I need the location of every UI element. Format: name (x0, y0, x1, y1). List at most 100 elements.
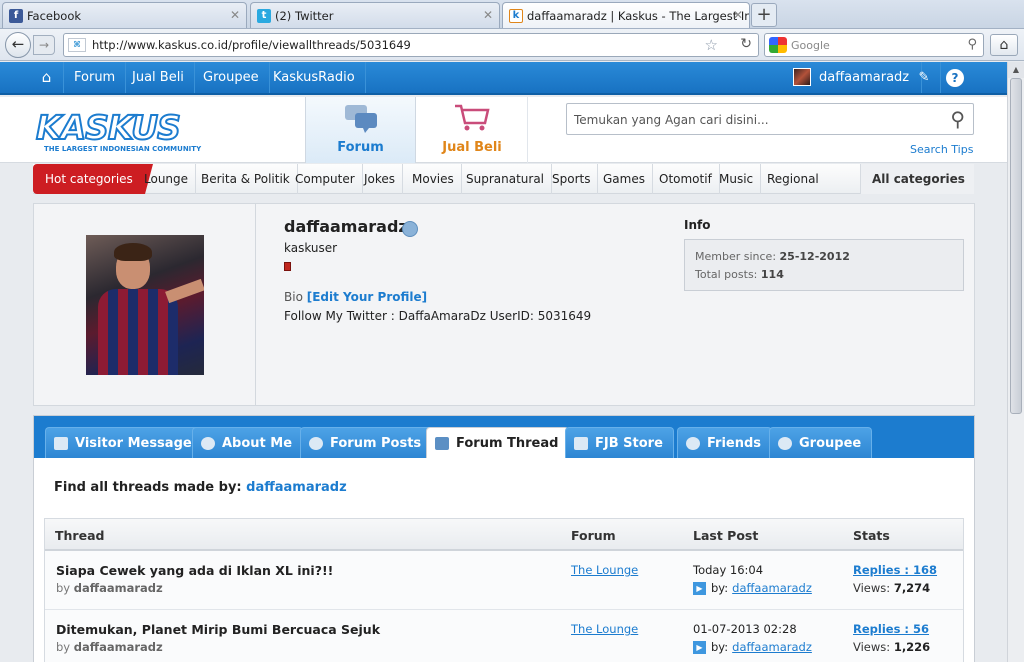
pencil-icon[interactable]: ✎ (908, 62, 941, 93)
find-threads-user-link[interactable]: daffaamaradz (246, 480, 347, 495)
by-label: by (56, 581, 71, 595)
header-jual-beli-label: Jual Beli (442, 140, 502, 155)
header-forum-button[interactable]: Forum (305, 97, 416, 163)
home-icon[interactable]: ⌂ (30, 62, 64, 93)
new-tab-button[interactable]: + (751, 3, 777, 27)
tab-visitor-message[interactable]: Visitor Message (45, 427, 203, 458)
nav-groupee[interactable]: Groupee (193, 62, 270, 93)
thread-author: by daffaamaradz (56, 581, 163, 595)
edit-profile-link[interactable]: [Edit Your Profile] (307, 290, 427, 304)
search-icon[interactable]: ⚲ (950, 107, 965, 131)
member-since-value: 25-12-2012 (779, 250, 850, 263)
thread-title-link[interactable]: Ditemukan, Planet Mirip Bumi Bercuaca Se… (56, 622, 380, 637)
last-by-user-link[interactable]: daffaamaradz (732, 640, 812, 654)
tab-label: Visitor Message (75, 435, 192, 451)
column-last-post[interactable]: Last Post (693, 528, 758, 543)
thread-title-link[interactable]: Siapa Cewek yang ada di Iklan XL ini?!! (56, 563, 333, 578)
nav-forum[interactable]: Forum (64, 62, 127, 93)
views-label: Views: (853, 640, 891, 654)
forward-button[interactable]: → (33, 35, 55, 55)
thread-forum-link[interactable]: The Lounge (571, 622, 638, 636)
browser-tab-facebook[interactable]: f Facebook ✕ (2, 2, 247, 28)
browser-tab-twitter[interactable]: t (2) Twitter ✕ (250, 2, 500, 28)
views-value: 1,226 (893, 640, 931, 654)
reload-icon[interactable]: ↻ (740, 36, 752, 52)
category-otomotif[interactable]: Otomotif (652, 164, 720, 194)
category-music[interactable]: Music (712, 164, 762, 194)
total-posts-label: Total posts: (695, 268, 758, 281)
home-button[interactable]: ⌂ (990, 34, 1018, 56)
category-bar: Hot categories Lounge Berita & Politik C… (33, 164, 974, 216)
scroll-up-icon[interactable]: ▲ (1008, 62, 1024, 78)
tab-label: Groupee (799, 435, 862, 451)
replies-link[interactable]: Replies : 56 (853, 622, 929, 636)
group-icon (778, 436, 792, 450)
tab-forum-thread[interactable]: Forum Thread (426, 427, 570, 458)
close-icon[interactable]: ✕ (483, 8, 493, 22)
views-label: Views: (853, 581, 891, 595)
profile-bio: Bio [Edit Your Profile] (284, 290, 427, 304)
category-games[interactable]: Games (596, 164, 653, 194)
views-count: Views: 7,274 (853, 581, 930, 595)
category-berita-politik[interactable]: Berita & Politik (194, 164, 298, 194)
back-button[interactable]: ← (5, 32, 31, 58)
url-bar[interactable]: ⌘ http://www.kaskus.co.id/profile/viewal… (63, 33, 759, 57)
tab-friends[interactable]: Friends (677, 427, 773, 458)
category-lounge[interactable]: Lounge (137, 164, 197, 194)
column-stats[interactable]: Stats (853, 528, 890, 543)
browser-search-input[interactable]: Google ⚲ (764, 33, 984, 57)
kaskus-logo[interactable]: KASKUS THE LARGEST INDONESIAN COMMUNITY (35, 110, 201, 153)
search-tips-link[interactable]: Search Tips (910, 143, 973, 156)
scrollbar-thumb[interactable] (1010, 78, 1022, 414)
user-menu[interactable]: daffaamaradz (819, 62, 923, 93)
views-count: Views: 1,226 (853, 640, 930, 654)
help-icon[interactable]: ? (946, 69, 964, 87)
category-computer[interactable]: Computer (288, 164, 363, 194)
avatar[interactable] (793, 68, 811, 86)
browser-tab-kaskus[interactable]: k daffaamaradz | Kaskus - The Largest In… (502, 2, 750, 28)
tab-forum-posts[interactable]: Forum Posts (300, 427, 433, 458)
close-icon[interactable]: ✕ (230, 8, 240, 22)
all-categories-label: All categories (872, 172, 965, 186)
site-search-input[interactable]: Temukan yang Agan cari disini... ⚲ (566, 103, 974, 135)
category-jokes[interactable]: Jokes (357, 164, 404, 194)
goto-last-post-icon[interactable]: ▶ (693, 581, 706, 595)
find-threads-heading: Find all threads made by: daffaamaradz (54, 480, 347, 495)
replies-link[interactable]: Replies : 168 (853, 563, 937, 577)
page-content: ⌂ Forum Jual Beli Groupee KaskusRadio da… (0, 62, 1007, 662)
nav-kaskusradio[interactable]: KaskusRadio (263, 62, 366, 93)
category-movies[interactable]: Movies (405, 164, 462, 194)
header-jual-beli-button[interactable]: Jual Beli (417, 97, 528, 163)
author-name[interactable]: daffaamaradz (74, 640, 163, 654)
last-by-user-link[interactable]: daffaamaradz (732, 581, 812, 595)
table-header: Thread Forum Last Post Stats (45, 519, 963, 551)
last-post-time: 01-07-2013 02:28 (693, 622, 797, 636)
author-name[interactable]: daffaamaradz (74, 581, 163, 595)
tab-label: Friends (707, 435, 762, 451)
category-regional[interactable]: Regional (760, 164, 826, 194)
search-icon[interactable]: ⚲ (967, 37, 977, 52)
member-since-label: Member since: (695, 250, 777, 263)
url-text: http://www.kaskus.co.id/profile/viewallt… (92, 38, 411, 52)
nav-jual-beli[interactable]: Jual Beli (122, 62, 195, 93)
column-thread[interactable]: Thread (55, 528, 104, 543)
category-supranatural[interactable]: Supranatural (459, 164, 553, 194)
thread-forum-link[interactable]: The Lounge (571, 563, 638, 577)
hot-categories-label[interactable]: Hot categories (33, 164, 153, 194)
bookmark-star-icon[interactable]: ☆ (705, 36, 718, 54)
close-icon[interactable]: ✕ (733, 8, 743, 22)
all-categories-dropdown[interactable]: All categories ▼ (860, 164, 974, 216)
tab-fjb-store[interactable]: FJB Store (565, 427, 674, 458)
tab-groupee[interactable]: Groupee (769, 427, 873, 458)
search-placeholder: Google (791, 38, 830, 52)
header-forum-label: Forum (337, 140, 384, 155)
reputation-icon (284, 262, 291, 271)
category-sports[interactable]: Sports (545, 164, 599, 194)
photo-shirt (98, 289, 178, 375)
tab-about-me[interactable]: About Me (192, 427, 304, 458)
column-forum[interactable]: Forum (571, 528, 616, 543)
page-scrollbar[interactable]: ▲ (1007, 62, 1024, 662)
site-identity-icon[interactable]: ⌘ (68, 38, 86, 52)
google-icon[interactable] (769, 37, 787, 53)
goto-last-post-icon[interactable]: ▶ (693, 640, 706, 654)
